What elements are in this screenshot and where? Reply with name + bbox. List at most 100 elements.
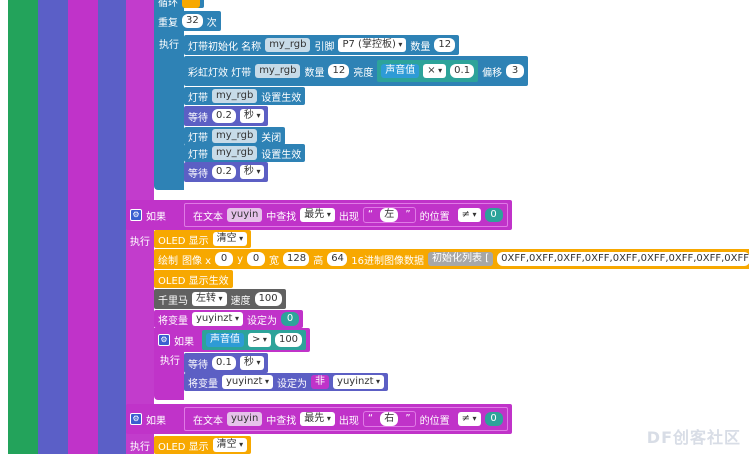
oled1-mode-dropdown[interactable]: 清空 (212, 232, 248, 246)
if3-pos: 的位置 (419, 415, 450, 427)
repeat-block[interactable]: 重复 32 次 (154, 11, 221, 31)
sound-value-block[interactable]: 声音值 (381, 64, 420, 78)
if1-mode-dropdown[interactable]: 最先 (300, 208, 335, 222)
if3-zero[interactable]: 0 (484, 412, 503, 426)
apply1-name[interactable]: my_rgb (212, 89, 258, 103)
if3-label: 如果 (146, 415, 166, 427)
if-block-1[interactable]: ⚙ 如果 在文本 yuyin 中查找 最先 出现 “ 左 ” 的位置 ≠ 0 (126, 200, 512, 230)
wait3-unit-dropdown[interactable]: 秒 (239, 356, 265, 370)
set-var-block[interactable]: 将变量 yuyinzt 设定为 0 (154, 310, 304, 328)
set-var-block-2[interactable]: 将变量 yuyinzt 设定为 非 yuyinzt (184, 373, 389, 391)
oled-clear-block-1[interactable]: OLED 显示 清空 (154, 230, 252, 248)
if3-do-label: 执行 (130, 442, 150, 453)
oled2-mode-dropdown[interactable]: 清空 (212, 438, 248, 452)
compare-block-1[interactable]: 在文本 yuyin 中查找 最先 出现 “ 左 ” 的位置 ≠ 0 (184, 203, 508, 227)
draw-y[interactable]: 0 (247, 252, 266, 266)
draw-img: 图像 x (182, 255, 212, 267)
wait3-value[interactable]: 0.1 (212, 356, 236, 370)
loop-toggle[interactable] (182, 0, 200, 8)
setvar2-val-dropdown[interactable]: yuyinzt (333, 375, 385, 389)
if2-sound-block[interactable]: 声音值 (206, 333, 244, 347)
setvar-val[interactable]: 0 (281, 312, 300, 326)
if1-zero[interactable]: 0 (484, 208, 503, 222)
gear-icon[interactable]: ⚙ (130, 413, 142, 425)
rainbow-name[interactable]: my_rgb (255, 64, 301, 78)
strip-apply-block-1[interactable]: 灯带 my_rgb 设置生效 (184, 87, 306, 105)
if3-mode-dropdown[interactable]: 最先 (300, 412, 335, 426)
init-list-block[interactable]: 初始化列表 [ (428, 252, 494, 266)
rainbow-offset[interactable]: 3 (506, 64, 525, 78)
loop-header[interactable]: 循环 (154, 0, 204, 9)
draw-w-label: 宽 (269, 255, 280, 267)
oled-clear-block-2[interactable]: OLED 显示 清空 (154, 436, 252, 454)
draw-w[interactable]: 128 (283, 252, 310, 266)
if3-var[interactable]: yuyin (227, 412, 263, 426)
oled1-a: OLED 显示 (158, 235, 209, 247)
multiply-block[interactable]: 声音值 × 0.1 (377, 60, 479, 82)
repeat-do-label: 执行 (159, 40, 179, 51)
wait2-value[interactable]: 0.2 (212, 165, 236, 179)
if1-cmp-dropdown[interactable]: ≠ (457, 208, 481, 222)
if2-op-dropdown[interactable]: > (248, 333, 271, 347)
nest-bar-indigo-2 (98, 0, 126, 454)
if1-var[interactable]: yuyin (227, 208, 263, 222)
apply2-name[interactable]: my_rgb (212, 146, 258, 160)
strip-pin-dropdown[interactable]: P7 (掌控板) (338, 38, 407, 52)
motor-speed-label: 速度 (230, 295, 251, 307)
find-text-block-3[interactable]: 在文本 yuyin 中查找 最先 出现 “ 右 ” 的位置 (189, 409, 454, 429)
if-block-2[interactable]: ⚙ 如果 声音值 > 100 (154, 328, 311, 352)
wait1-unit-dropdown[interactable]: 秒 (239, 109, 265, 123)
gear-icon[interactable]: ⚙ (158, 334, 170, 346)
off-b: 关闭 (261, 132, 282, 144)
multiply-op-dropdown[interactable]: × (423, 64, 447, 78)
if1-do-label: 执行 (130, 237, 150, 248)
motor-block[interactable]: 千里马 左转 速度 100 (154, 289, 286, 309)
hex-data-field[interactable]: 0XFF,0XFF,0XFF,0XFF,0XFF,0XFF,0XFF,0XFF,… (497, 252, 749, 266)
compare-block-2[interactable]: 声音值 > 100 (202, 330, 307, 350)
if1-label: 如果 (146, 211, 166, 223)
setvar-var-dropdown[interactable]: yuyinzt (192, 312, 244, 326)
oled-apply-block[interactable]: OLED 显示生效 (154, 270, 233, 288)
if1-pos: 的位置 (419, 211, 450, 223)
if1-find: 在文本 (193, 211, 223, 223)
rainbow-block[interactable]: 彩虹灯效 灯带 my_rgb 数量 12 亮度 声音值 × 0.1 偏移 3 (184, 56, 529, 86)
if3-cmp-dropdown[interactable]: ≠ (457, 412, 481, 426)
draw-image-block[interactable]: 绘制 图像 x 0 y 0 宽 128 高 64 16进制图像数据 初始化列表 … (154, 249, 749, 269)
if3-word[interactable]: 右 (380, 412, 399, 426)
strip-apply-block-2[interactable]: 灯带 my_rgb 设置生效 (184, 144, 306, 162)
multiply-value[interactable]: 0.1 (450, 64, 475, 78)
watermark-logo: DF创客社区 (646, 428, 741, 447)
if3-appear: 出现 (338, 415, 359, 427)
not-block[interactable]: 非 (311, 375, 330, 389)
draw-x[interactable]: 0 (215, 252, 234, 266)
if1-mid: 中查找 (266, 211, 297, 223)
rainbow-count[interactable]: 12 (328, 64, 350, 78)
gear-icon[interactable]: ⚙ (130, 209, 142, 221)
strip-init-block[interactable]: 灯带初始化 名称 my_rgb 引脚 P7 (掌控板) 数量 12 (184, 35, 460, 55)
if3-string[interactable]: “ 右 ” (362, 411, 416, 427)
wait1-value[interactable]: 0.2 (212, 109, 236, 123)
wait-block-3[interactable]: 等待 0.1 秒 (184, 353, 269, 373)
setvar2-var-dropdown[interactable]: yuyinzt (222, 375, 274, 389)
find-text-block-1[interactable]: 在文本 yuyin 中查找 最先 出现 “ 左 ” 的位置 (189, 205, 454, 225)
wait-block-1[interactable]: 等待 0.2 秒 (184, 106, 269, 126)
if1-word[interactable]: 左 (380, 208, 399, 222)
if-block-3[interactable]: ⚙ 如果 在文本 yuyin 中查找 最先 出现 “ 右 ” 的位置 ≠ 0 (126, 404, 512, 434)
if1-string[interactable]: “ 左 ” (362, 207, 416, 223)
draw-h-label: 高 (313, 255, 324, 267)
strip-count[interactable]: 12 (434, 38, 456, 52)
motor-dir-dropdown[interactable]: 左转 (192, 292, 227, 306)
if3-find: 在文本 (193, 415, 223, 427)
wait-block-2[interactable]: 等待 0.2 秒 (184, 162, 269, 182)
strip-off-block[interactable]: 灯带 my_rgb 关闭 (184, 127, 286, 145)
draw-h[interactable]: 64 (327, 252, 348, 266)
motor-speed[interactable]: 100 (254, 292, 282, 306)
compare-block-3[interactable]: 在文本 yuyin 中查找 最先 出现 “ 右 ” 的位置 ≠ 0 (184, 407, 508, 431)
repeat-count[interactable]: 32 (182, 14, 203, 28)
strip-name[interactable]: my_rgb (265, 38, 311, 52)
wait2-unit-dropdown[interactable]: 秒 (239, 165, 265, 179)
off-name[interactable]: my_rgb (212, 129, 258, 143)
if2-val[interactable]: 100 (274, 333, 303, 347)
if1-appear: 出现 (338, 211, 359, 223)
setvar-b: 设定为 (247, 315, 278, 327)
